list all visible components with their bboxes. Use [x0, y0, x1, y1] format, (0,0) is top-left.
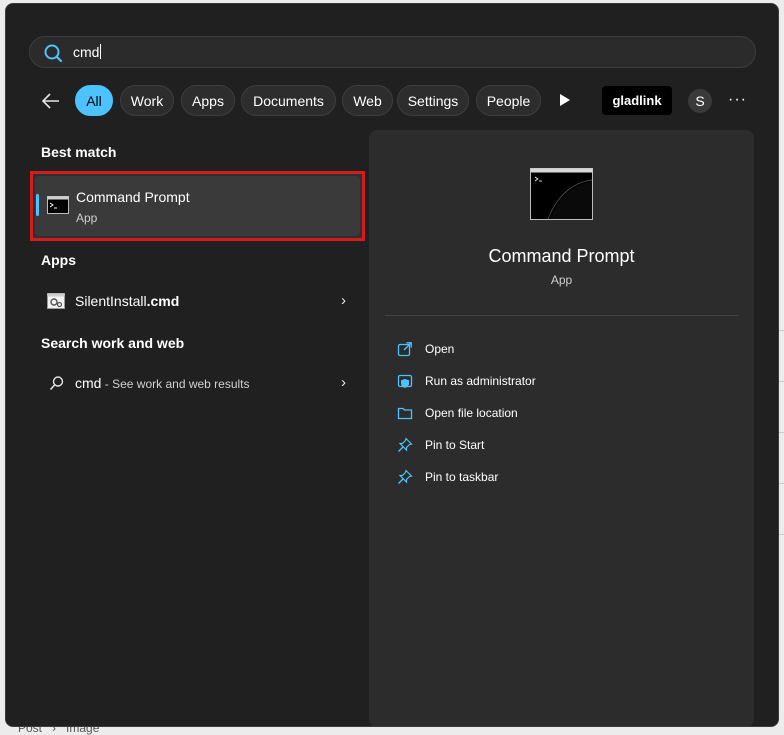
action-label: Pin to Start [425, 438, 485, 452]
filter-all[interactable]: All [75, 85, 113, 116]
search-icon [49, 376, 64, 391]
avatar[interactable]: S [688, 89, 712, 113]
results-list: Best match Command Prompt App Apps Silen… [6, 134, 366, 724]
folder-icon [397, 407, 413, 420]
more-options-icon[interactable]: ··· [728, 91, 747, 109]
web-result-label: cmd - See work and web results [75, 375, 250, 391]
chevron-right-icon[interactable]: › [341, 292, 346, 309]
chevron-right-icon[interactable]: › [341, 374, 346, 391]
best-match-item[interactable]: Command Prompt App [30, 171, 365, 241]
action-label: Run as administrator [425, 374, 536, 388]
filter-apps[interactable]: Apps [181, 85, 235, 116]
command-prompt-large-icon [530, 168, 593, 220]
selection-indicator [36, 194, 39, 216]
admin-shield-icon [397, 374, 413, 388]
apps-heading: Apps [41, 252, 76, 268]
start-search-panel: cmd All Work Apps Documents Web Settings… [5, 3, 779, 727]
app-result-label: SilentInstall.cmd [75, 293, 180, 309]
search-icon [44, 44, 63, 63]
search-input[interactable]: cmd [73, 44, 102, 60]
details-pane: Command Prompt App Open Run as administr… [369, 130, 754, 726]
back-arrow-icon[interactable] [40, 90, 62, 112]
text-cursor [100, 44, 102, 59]
filter-bar: All Work Apps Documents Web Settings Peo… [6, 85, 778, 117]
script-file-icon [47, 293, 65, 309]
action-label: Open file location [425, 406, 518, 420]
details-type: App [550, 273, 573, 287]
filter-settings[interactable]: Settings [397, 85, 469, 116]
details-divider [385, 315, 738, 316]
filter-work[interactable]: Work [120, 85, 174, 116]
action-open[interactable]: Open [397, 339, 697, 361]
search-web-heading: Search work and web [41, 335, 185, 351]
best-match-name: Command Prompt [76, 189, 190, 205]
filter-people[interactable]: People [476, 85, 541, 116]
open-external-icon [397, 342, 412, 357]
filter-documents[interactable]: Documents [241, 85, 336, 116]
account-badge[interactable]: gladlink [602, 86, 672, 115]
app-result-silentinstall[interactable]: SilentInstall.cmd › [41, 289, 346, 315]
search-box[interactable]: cmd [29, 36, 756, 68]
best-match-background [35, 176, 360, 236]
best-match-type: App [76, 211, 98, 225]
details-title: Command Prompt [488, 246, 635, 266]
action-pin-to-taskbar[interactable]: Pin to taskbar [397, 467, 697, 489]
best-match-heading: Best match [41, 144, 117, 160]
filter-web[interactable]: Web [342, 85, 393, 116]
action-pin-to-start[interactable]: Pin to Start [397, 435, 697, 457]
command-prompt-icon [47, 196, 69, 214]
action-open-file-location[interactable]: Open file location [397, 403, 697, 425]
action-label: Open [425, 342, 455, 356]
pin-icon [398, 469, 413, 484]
pin-icon [398, 437, 413, 452]
action-label: Pin to taskbar [425, 470, 499, 484]
action-run-as-administrator[interactable]: Run as administrator [397, 371, 697, 393]
play-icon[interactable] [559, 93, 571, 107]
web-result-cmd[interactable]: cmd - See work and web results › [41, 371, 346, 397]
